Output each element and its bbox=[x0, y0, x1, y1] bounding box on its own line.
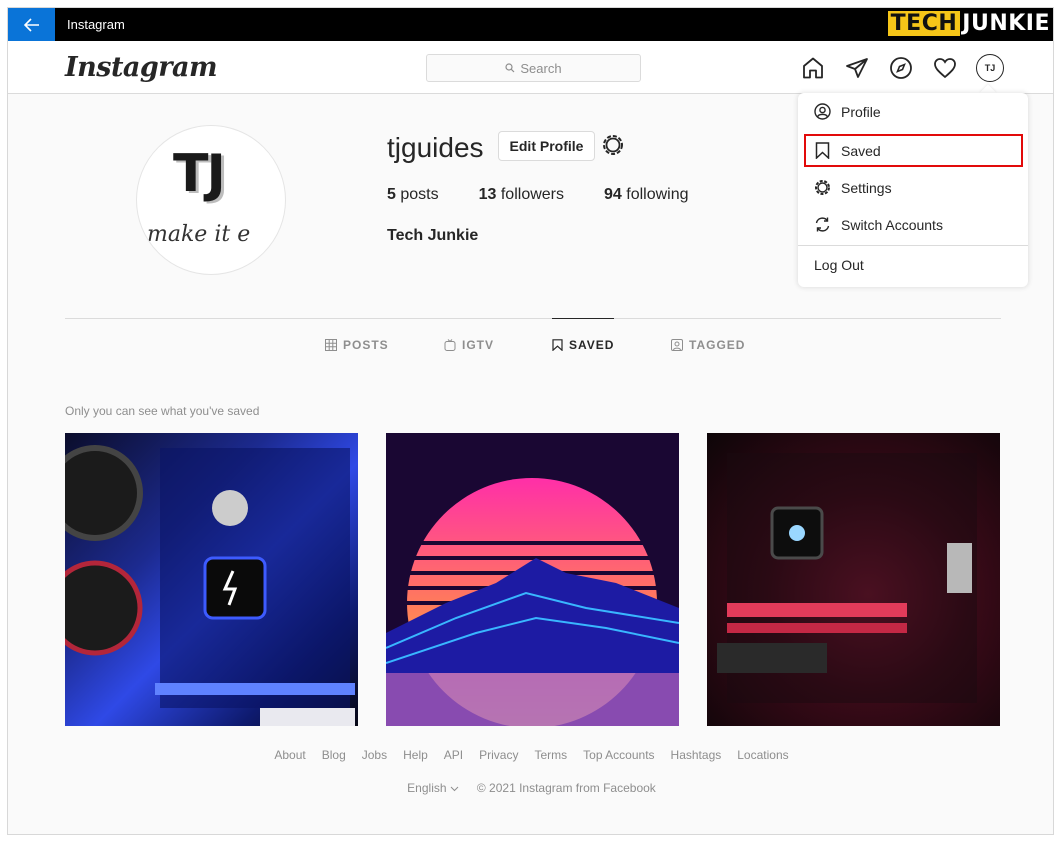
profile-avatar[interactable]: TJ make it e bbox=[136, 125, 286, 275]
avatar-monogram: TJ bbox=[173, 144, 226, 204]
menu-item-profile[interactable]: Profile bbox=[798, 93, 1028, 130]
direct-icon bbox=[846, 58, 868, 78]
menu-item-label: Saved bbox=[841, 142, 881, 159]
saved-post-thumbnail[interactable] bbox=[707, 433, 1000, 726]
search-placeholder: Search bbox=[520, 60, 562, 76]
menu-item-label: Profile bbox=[841, 103, 881, 120]
posts-count: 5 bbox=[387, 186, 396, 203]
footer-link[interactable]: Privacy bbox=[479, 748, 518, 762]
profile-dropdown-menu: Profile Saved Settings Switch Accounts L… bbox=[798, 93, 1028, 287]
back-button[interactable] bbox=[8, 8, 55, 41]
tab-saved[interactable]: SAVED bbox=[552, 318, 615, 370]
tagged-icon bbox=[671, 339, 683, 351]
bookmark-icon bbox=[813, 142, 831, 160]
footer-link[interactable]: Hashtags bbox=[671, 748, 722, 762]
window-title: Instagram bbox=[67, 17, 125, 32]
language-select[interactable]: English bbox=[407, 781, 459, 795]
top-nav: Instagram Search TJ bbox=[8, 41, 1053, 94]
activity-button[interactable] bbox=[932, 55, 958, 81]
posts-stat: 5 posts bbox=[387, 186, 439, 204]
following-label: following bbox=[626, 186, 689, 203]
home-icon bbox=[803, 57, 823, 79]
menu-item-settings[interactable]: Settings bbox=[798, 169, 1028, 206]
saved-privacy-hint: Only you can see what you've saved bbox=[65, 404, 260, 418]
copyright-text: © 2021 Instagram from Facebook bbox=[476, 781, 656, 795]
tab-saved-label: SAVED bbox=[569, 337, 615, 352]
explore-icon bbox=[890, 57, 912, 79]
instagram-logo[interactable]: Instagram bbox=[65, 52, 218, 83]
tabs-divider bbox=[65, 318, 1001, 319]
bookmark-icon bbox=[552, 338, 563, 351]
arrow-left-icon bbox=[23, 17, 39, 32]
footer-links: About Blog Jobs Help API Privacy Terms T… bbox=[8, 748, 1053, 762]
settings-gear-icon bbox=[813, 179, 831, 197]
pc-blue-image bbox=[65, 445, 355, 726]
profile-full-name: Tech Junkie bbox=[387, 227, 479, 244]
tab-igtv-label: IGTV bbox=[462, 338, 495, 352]
profile-username: tjguides bbox=[387, 132, 484, 163]
search-icon bbox=[505, 63, 515, 73]
avatar-tagline: make it e bbox=[147, 222, 251, 247]
switch-accounts-icon bbox=[813, 216, 831, 234]
posts-label: posts bbox=[400, 186, 439, 203]
menu-item-saved[interactable]: Saved bbox=[798, 132, 1028, 169]
profile-circle-icon bbox=[813, 103, 831, 121]
saved-post-thumbnail[interactable] bbox=[386, 433, 679, 726]
search-input[interactable]: Search bbox=[426, 54, 641, 82]
explore-button[interactable] bbox=[888, 55, 914, 81]
followers-stat[interactable]: 13 followers bbox=[479, 186, 564, 204]
menu-item-logout[interactable]: Log Out bbox=[814, 257, 864, 273]
following-count: 94 bbox=[604, 186, 622, 203]
tab-posts[interactable]: POSTS bbox=[325, 319, 389, 371]
menu-item-label: Switch Accounts bbox=[841, 216, 943, 233]
watermark-tech: TECH bbox=[887, 11, 961, 36]
direct-button[interactable] bbox=[844, 55, 870, 81]
following-stat[interactable]: 94 following bbox=[604, 186, 689, 204]
menu-item-switch-accounts[interactable]: Switch Accounts bbox=[798, 206, 1028, 243]
activity-heart-icon bbox=[934, 58, 956, 79]
edit-profile-button[interactable]: Edit Profile bbox=[498, 131, 595, 161]
footer-link[interactable]: About bbox=[274, 748, 305, 762]
language-value: English bbox=[407, 781, 447, 795]
home-button[interactable] bbox=[800, 55, 826, 81]
profile-stats: 5 posts 13 followers 94 following bbox=[387, 186, 729, 204]
chevron-down-icon bbox=[450, 786, 459, 792]
settings-gear-icon bbox=[603, 135, 623, 155]
followers-count: 13 bbox=[478, 186, 497, 203]
menu-item-label: Settings bbox=[841, 179, 892, 196]
tab-igtv[interactable]: IGTV bbox=[444, 319, 494, 371]
options-button[interactable] bbox=[600, 132, 626, 158]
title-bar: Instagram TECH JUNKIE bbox=[8, 8, 1053, 41]
tab-posts-label: POSTS bbox=[343, 338, 389, 352]
grid-icon bbox=[325, 339, 337, 351]
app-window: Instagram TECH JUNKIE Instagram Search T… bbox=[7, 7, 1054, 835]
footer-link[interactable]: Help bbox=[403, 748, 428, 762]
igtv-icon bbox=[444, 339, 456, 351]
footer-bottom: English © 2021 Instagram from Facebook bbox=[8, 781, 1053, 795]
pc-red-image bbox=[717, 453, 977, 703]
nav-profile-avatar[interactable]: TJ bbox=[976, 54, 1004, 82]
footer-link[interactable]: Blog bbox=[322, 748, 346, 762]
footer-link[interactable]: API bbox=[444, 748, 463, 762]
followers-label: followers bbox=[500, 186, 564, 203]
techjunkie-watermark: TECH JUNKIE bbox=[887, 11, 1050, 36]
footer-link[interactable]: Locations bbox=[737, 748, 788, 762]
tab-tagged-label: TAGGED bbox=[689, 338, 746, 352]
footer-link[interactable]: Top Accounts bbox=[583, 748, 654, 762]
footer-link[interactable]: Terms bbox=[534, 748, 567, 762]
synthwave-sunset-image bbox=[386, 433, 679, 726]
tab-tagged[interactable]: TAGGED bbox=[671, 319, 745, 371]
saved-post-thumbnail[interactable] bbox=[65, 433, 358, 726]
menu-divider bbox=[798, 245, 1028, 246]
footer-link[interactable]: Jobs bbox=[362, 748, 387, 762]
watermark-junkie: JUNKIE bbox=[962, 11, 1050, 36]
